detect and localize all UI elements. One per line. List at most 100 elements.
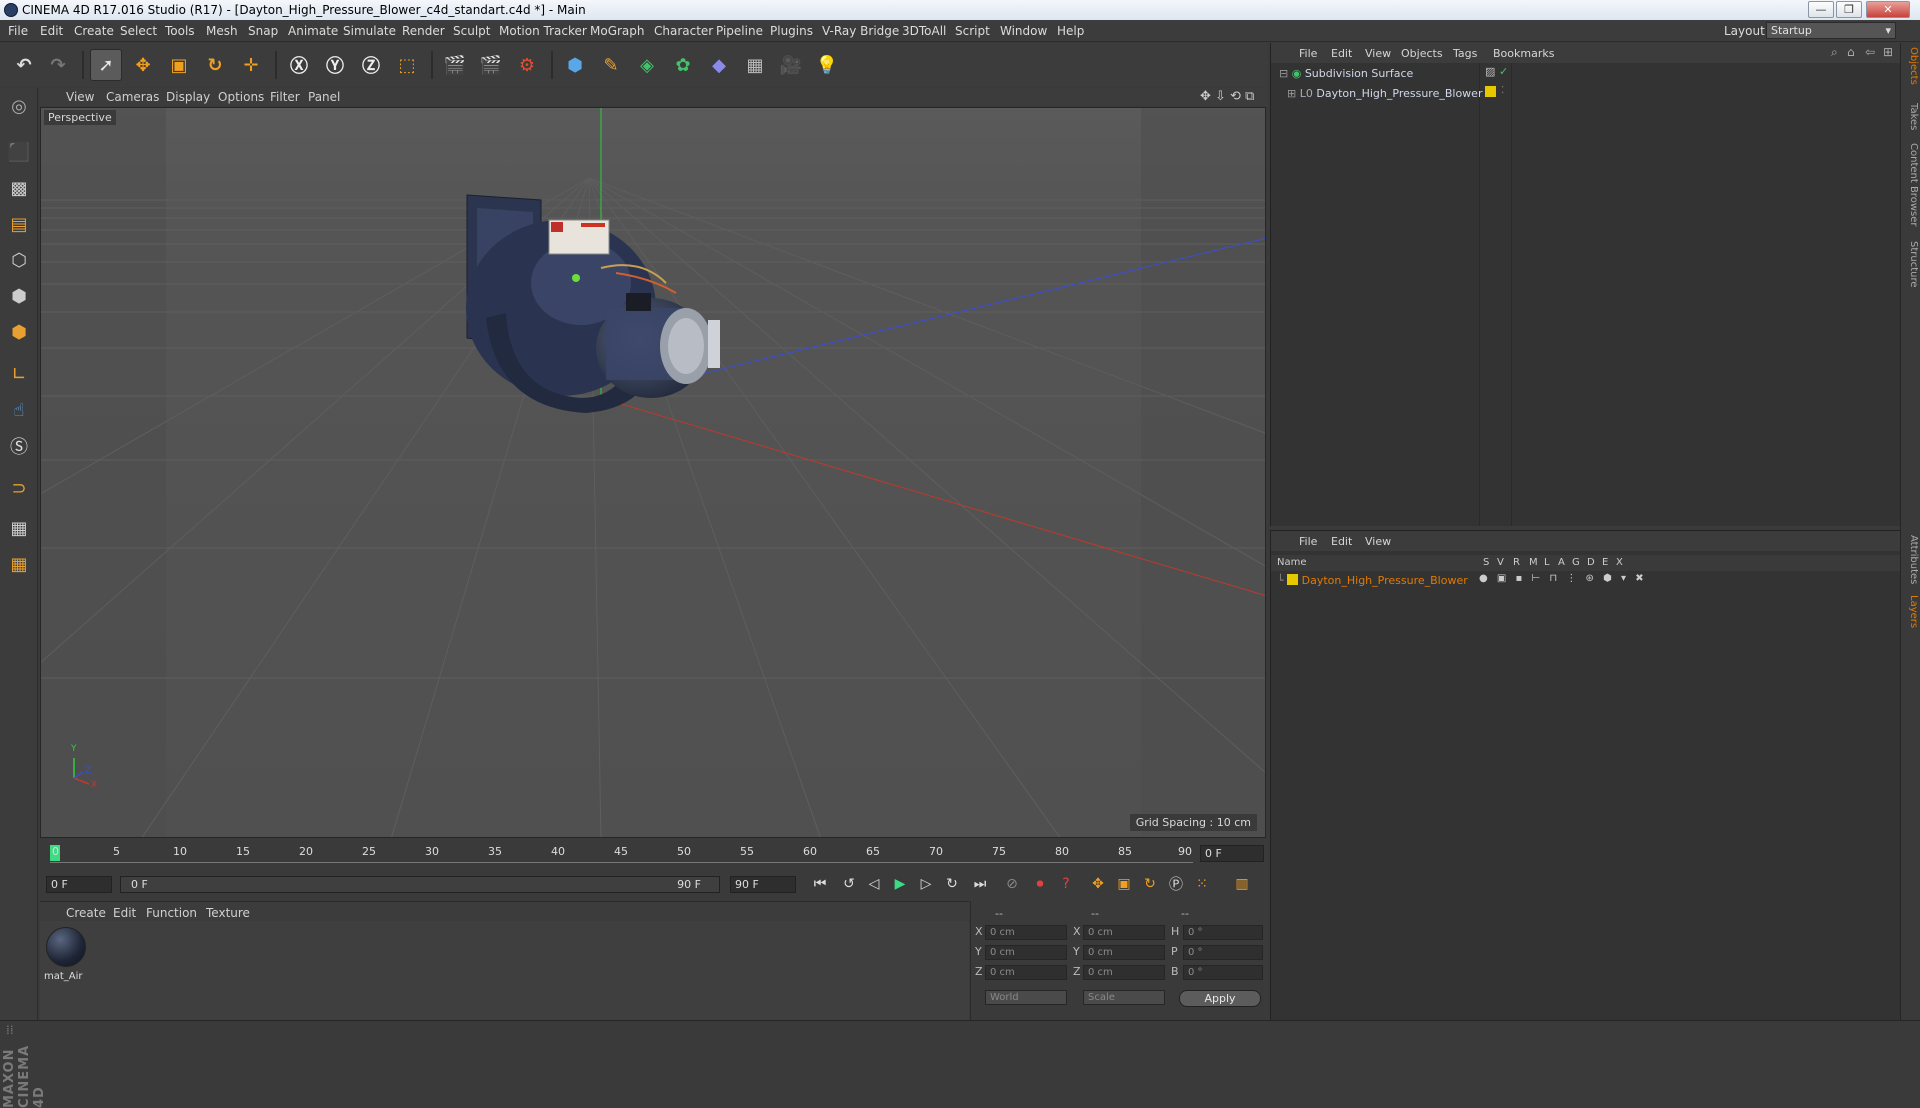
col-locked[interactable]: L xyxy=(1544,557,1550,568)
planar-workplane-icon[interactable]: ▦ xyxy=(3,548,35,580)
model-mode-icon[interactable]: ⬛ xyxy=(3,136,35,168)
current-frame-field[interactable]: 0 F xyxy=(1200,845,1264,862)
light-bulb-icon[interactable]: 💡 xyxy=(811,49,843,81)
tab-structure[interactable]: Structure xyxy=(1903,241,1919,288)
home-icon[interactable]: ⌂ xyxy=(1847,45,1855,59)
close-button[interactable]: ✕ xyxy=(1866,1,1910,18)
minimize-button[interactable]: — xyxy=(1808,1,1834,18)
material-menu-create[interactable]: Create xyxy=(66,906,106,920)
start-frame-field[interactable]: 0 F xyxy=(46,876,112,893)
recent-tools-icon[interactable]: ✛ xyxy=(235,49,267,81)
menu-edit[interactable]: Edit xyxy=(40,24,63,38)
menu-tools[interactable]: Tools xyxy=(165,24,195,38)
previous-key-icon[interactable]: ↺ xyxy=(837,872,861,896)
tab-objects[interactable]: Objects xyxy=(1903,47,1919,85)
object-tag-icon[interactable]: ▨ xyxy=(1485,65,1495,78)
menu-sculpt[interactable]: Sculpt xyxy=(453,24,490,38)
layout-select[interactable]: Startup ▾ xyxy=(1766,22,1896,39)
previous-frame-icon[interactable]: ◁ xyxy=(862,872,886,896)
new-panel-icon[interactable]: ⊞ xyxy=(1883,45,1893,59)
polygons-mode-icon[interactable]: ⬢ xyxy=(3,316,35,348)
cube-primitive-icon[interactable]: ⬢ xyxy=(559,49,591,81)
size-x-field[interactable]: 0 cm xyxy=(1083,925,1165,940)
objects-menu-tags[interactable]: Tags xyxy=(1453,47,1477,60)
make-editable-icon[interactable]: ◎ xyxy=(3,90,35,122)
menu-help[interactable]: Help xyxy=(1057,24,1084,38)
col-animation[interactable]: A xyxy=(1558,557,1565,568)
rot-b-field[interactable]: 0 ° xyxy=(1183,965,1263,980)
maximize-button[interactable]: ❐ xyxy=(1836,1,1862,18)
layer-name[interactable]: Dayton_High_Pressure_Blower xyxy=(1302,574,1468,587)
rot-p-field[interactable]: 0 ° xyxy=(1183,945,1263,960)
collapse-toggle-icon[interactable]: ⊟ xyxy=(1279,67,1288,80)
size-z-field[interactable]: 0 cm xyxy=(1083,965,1165,980)
parameter-key-icon[interactable]: Ⓟ xyxy=(1164,872,1188,896)
material-menu-edit[interactable]: Edit xyxy=(113,906,136,920)
material-menu-texture[interactable]: Texture xyxy=(206,906,250,920)
objects-menu-edit[interactable]: Edit xyxy=(1331,47,1352,60)
array-cloner-icon[interactable]: ✿ xyxy=(667,49,699,81)
material-preview-ball[interactable] xyxy=(46,927,86,967)
x-axis-lock-icon[interactable]: Ⓧ xyxy=(283,49,315,81)
visibility-dots-icon[interactable]: ⁚ xyxy=(1501,85,1504,96)
rotate-icon[interactable]: ↻ xyxy=(199,49,231,81)
undo-icon[interactable]: ↶ xyxy=(8,49,40,81)
menu-mograph[interactable]: MoGraph xyxy=(590,24,645,38)
pla-key-icon[interactable]: ⁙ xyxy=(1190,872,1214,896)
next-frame-icon[interactable]: ▷ xyxy=(914,872,938,896)
move-icon[interactable]: ✥ xyxy=(127,49,159,81)
rot-h-field[interactable]: 0 ° xyxy=(1183,925,1263,940)
back-icon[interactable]: ⇦ xyxy=(1865,45,1875,59)
layers-menu-file[interactable]: File xyxy=(1299,535,1317,548)
texture-mode-icon[interactable]: ▩ xyxy=(3,172,35,204)
menu-file[interactable]: File xyxy=(8,24,28,38)
tweak-mode-icon[interactable]: ☝ xyxy=(3,394,35,426)
viewport-menu-filter[interactable]: Filter xyxy=(270,90,300,104)
menu-snap[interactable]: Snap xyxy=(248,24,278,38)
timeline-window-icon[interactable]: ▥ xyxy=(1230,872,1254,896)
viewport-menu-cameras[interactable]: Cameras xyxy=(106,90,159,104)
pos-z-field[interactable]: 0 cm xyxy=(985,965,1067,980)
spline-pen-icon[interactable]: ✎ xyxy=(595,49,627,81)
col-expressions[interactable]: E xyxy=(1602,557,1608,568)
snapping-icon[interactable]: Ⓢ xyxy=(3,430,35,462)
menu-script[interactable]: Script xyxy=(955,24,990,38)
layers-menu-edit[interactable]: Edit xyxy=(1331,535,1352,548)
coordinate-space-select[interactable]: World xyxy=(985,990,1067,1005)
viewport-menu-options[interactable]: Options xyxy=(218,90,264,104)
menu-simulate[interactable]: Simulate xyxy=(343,24,396,38)
col-generators[interactable]: G xyxy=(1572,557,1580,568)
menu-character[interactable]: Character xyxy=(654,24,713,38)
menu-animate[interactable]: Animate xyxy=(288,24,338,38)
rotation-key-icon[interactable]: ↻ xyxy=(1138,872,1162,896)
coordinate-system-icon[interactable]: ⬚ xyxy=(391,49,423,81)
end-frame-field[interactable]: 90 F xyxy=(730,876,796,893)
layers-menu-view[interactable]: View xyxy=(1365,535,1391,548)
objects-menu-bookmarks[interactable]: Bookmarks xyxy=(1493,47,1554,60)
object-row-subdivision[interactable]: ⊟ ◉ Subdivision Surface xyxy=(1279,65,1413,83)
layer-color-swatch[interactable] xyxy=(1287,574,1299,585)
viewport-menu-display[interactable]: Display xyxy=(166,90,210,104)
menu-plugins[interactable]: Plugins xyxy=(770,24,813,38)
floor-environment-icon[interactable]: ▦ xyxy=(739,49,771,81)
frame-range-slider[interactable]: 0 F 90 F xyxy=(120,876,720,893)
position-key-icon[interactable]: ✥ xyxy=(1086,872,1110,896)
subdivision-surface-icon[interactable]: ◈ xyxy=(631,49,663,81)
perspective-viewport[interactable]: Y X Z Perspective Grid Spacing : 10 cm xyxy=(40,107,1266,838)
tab-content-browser[interactable]: Content Browser xyxy=(1903,143,1919,226)
expand-toggle-icon[interactable]: ⊞ xyxy=(1287,87,1296,100)
menu-pipeline[interactable]: Pipeline xyxy=(716,24,763,38)
objects-menu-view[interactable]: View xyxy=(1365,47,1391,60)
objects-menu-file[interactable]: File xyxy=(1299,47,1317,60)
redo-icon[interactable]: ↷ xyxy=(42,49,74,81)
col-xref[interactable]: X xyxy=(1616,557,1623,568)
scale-icon[interactable]: ▣ xyxy=(163,49,195,81)
menu-create[interactable]: Create xyxy=(74,24,114,38)
menu-mesh[interactable]: Mesh xyxy=(206,24,238,38)
layer-color-swatch[interactable] xyxy=(1485,86,1496,97)
menu-select[interactable]: Select xyxy=(120,24,157,38)
tab-layers[interactable]: Layers xyxy=(1903,595,1919,628)
tab-takes[interactable]: Takes xyxy=(1903,103,1919,130)
enabled-check-icon[interactable]: ✓ xyxy=(1499,65,1508,78)
viewport-nav-icons[interactable]: ✥ ⇩ ⟲ ⧉ xyxy=(1200,89,1254,104)
